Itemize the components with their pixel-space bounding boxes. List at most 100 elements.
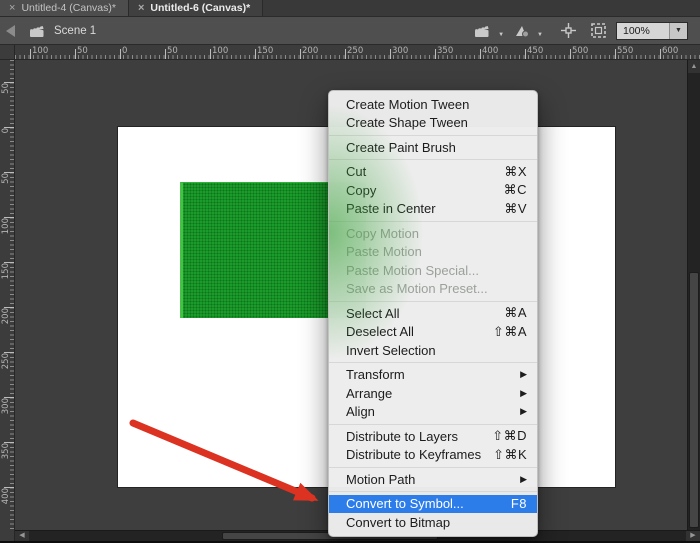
ruler-tick [525, 49, 526, 59]
ruler-label: 200 [302, 46, 318, 56]
ruler-label: 550 [617, 46, 633, 56]
back-arrow-icon[interactable] [6, 25, 15, 37]
breadcrumb-scene[interactable]: Scene 1 [54, 25, 96, 37]
submenu-arrow-icon: ▶ [520, 406, 527, 417]
menu-separator [329, 159, 537, 160]
menu-separator [329, 424, 537, 425]
menu-item-label: Distribute to Layers [346, 429, 480, 444]
edit-symbols-dropdown-icon[interactable]: ▼ [537, 32, 543, 38]
menu-item[interactable]: Align ▶ [329, 403, 537, 422]
menu-item[interactable]: Paste in Center ⌘V [329, 200, 537, 219]
menu-separator [329, 221, 537, 222]
ruler-label: 100 [1, 218, 11, 254]
center-frame-icon[interactable] [559, 21, 578, 40]
document-tab[interactable]: × Untitled-6 (Canvas)* [129, 0, 263, 16]
menu-item-shortcut: ⌘X [504, 164, 527, 180]
menu-item[interactable]: Create Shape Tween [329, 114, 537, 133]
menu-separator [329, 301, 537, 302]
ruler-label: 300 [1, 398, 11, 434]
menu-separator [329, 135, 537, 136]
ruler-tick [75, 49, 76, 59]
ruler-corner [0, 45, 15, 60]
ruler-label: 400 [1, 488, 11, 524]
ruler-tick [570, 49, 571, 59]
ruler-tick [255, 49, 256, 59]
ruler-label: 150 [1, 263, 11, 299]
menu-item-shortcut: ⇧⌘D [492, 428, 527, 444]
menu-item[interactable]: Convert to Bitmap [329, 513, 537, 532]
ruler-label: 50 [1, 83, 11, 119]
submenu-arrow-icon: ▶ [520, 369, 527, 380]
ruler-tick [390, 49, 391, 59]
vertical-scrollbar[interactable]: ▲ [687, 60, 700, 530]
menu-item-label: Save as Motion Preset... [346, 281, 527, 296]
menu-item[interactable]: Arrange▶ [329, 384, 537, 403]
menu-item-shortcut: ⌘V [504, 201, 527, 217]
zoom-dropdown-arrow-icon[interactable]: ▼ [669, 23, 687, 39]
menu-item-shortcut: ⇧⌘A [493, 324, 527, 340]
edit-scene-dropdown-icon[interactable]: ▼ [498, 32, 504, 38]
edit-symbols-icon[interactable] [512, 22, 532, 40]
ruler-label: 600 [662, 46, 678, 56]
menu-item[interactable]: Distribute to Keyframes⇧⌘K [329, 446, 537, 465]
menu-item[interactable]: Convert to Symbol... F8 [329, 495, 537, 514]
ruler-tick [345, 49, 346, 59]
document-tab[interactable]: ×Untitled-4 (Canvas)* [0, 0, 129, 16]
menu-item[interactable]: Motion Path▶ [329, 470, 537, 489]
menu-item[interactable]: Cut ⌘X [329, 163, 537, 182]
menu-item-shortcut: ⌘A [504, 305, 527, 321]
menu-item-label: Create Paint Brush [346, 140, 527, 155]
menu-item[interactable]: Create Paint Brush [329, 138, 537, 157]
menu-item[interactable]: Create Motion Tween [329, 95, 537, 114]
menu-item-label: Motion Path [346, 472, 508, 487]
ruler-tick [165, 49, 166, 59]
vertical-scrollbar-thumb[interactable] [689, 272, 699, 528]
menu-item-label: Create Motion Tween [346, 97, 527, 112]
ruler-tick [30, 49, 31, 59]
scroll-left-icon[interactable]: ◀ [15, 531, 29, 541]
ruler-label: 350 [437, 46, 453, 56]
menu-separator [329, 362, 537, 363]
menu-item[interactable]: Copy⌘C [329, 181, 537, 200]
menu-item[interactable]: Select All ⌘A [329, 304, 537, 323]
ruler-label: 50 [1, 173, 11, 209]
menu-item-label: Copy [346, 183, 492, 198]
clip-content-icon[interactable] [589, 21, 608, 40]
menu-item-label: Cut [346, 164, 492, 179]
ruler-label: 50 [77, 46, 88, 56]
edit-scene-icon[interactable] [472, 22, 493, 40]
menu-item[interactable]: Invert Selection [329, 341, 537, 360]
vertical-ruler: 50050100150200250300350400450 [0, 60, 15, 543]
menu-item-label: Paste in Center [346, 201, 492, 216]
scroll-right-icon[interactable]: ▶ [686, 531, 700, 541]
ruler-tick [480, 49, 481, 59]
menu-item-label: Paste Motion [346, 244, 527, 259]
ruler-tick [120, 49, 121, 59]
menu-item[interactable]: Deselect All ⇧⌘A [329, 323, 537, 342]
menu-item-label: Convert to Symbol... [346, 496, 499, 511]
menu-item-label: Align [346, 404, 508, 419]
ruler-tick [615, 49, 616, 59]
tab-label: Untitled-6 (Canvas)* [150, 2, 250, 14]
menu-item-label: Copy Motion [346, 226, 527, 241]
scroll-up-icon[interactable]: ▲ [688, 60, 700, 73]
menu-item[interactable]: Transform▶ [329, 366, 537, 385]
menu-item[interactable]: Distribute to Layers ⇧⌘D [329, 427, 537, 446]
menu-item-label: Distribute to Keyframes [346, 447, 481, 462]
menu-item: Paste Motion Special... [329, 261, 537, 280]
ruler-tick [300, 49, 301, 59]
menu-item-shortcut: F8 [511, 496, 527, 511]
menu-item: Save as Motion Preset... [329, 280, 537, 299]
tab-close-icon[interactable]: × [9, 3, 15, 14]
menu-item-label: Invert Selection [346, 343, 527, 358]
zoom-select[interactable]: 100% ▼ [616, 22, 688, 40]
clapperboard-icon [29, 24, 46, 38]
menu-separator [329, 467, 537, 468]
menu-item-label: Select All [346, 306, 492, 321]
horizontal-ruler: 1005005010015020025030035040045050055060… [15, 45, 700, 60]
ruler-label: 250 [1, 353, 11, 389]
tab-close-icon[interactable]: × [138, 3, 144, 14]
menu-item-label: Arrange [346, 386, 508, 401]
menu-item-label: Deselect All [346, 324, 481, 339]
ruler-label: 0 [1, 128, 11, 164]
